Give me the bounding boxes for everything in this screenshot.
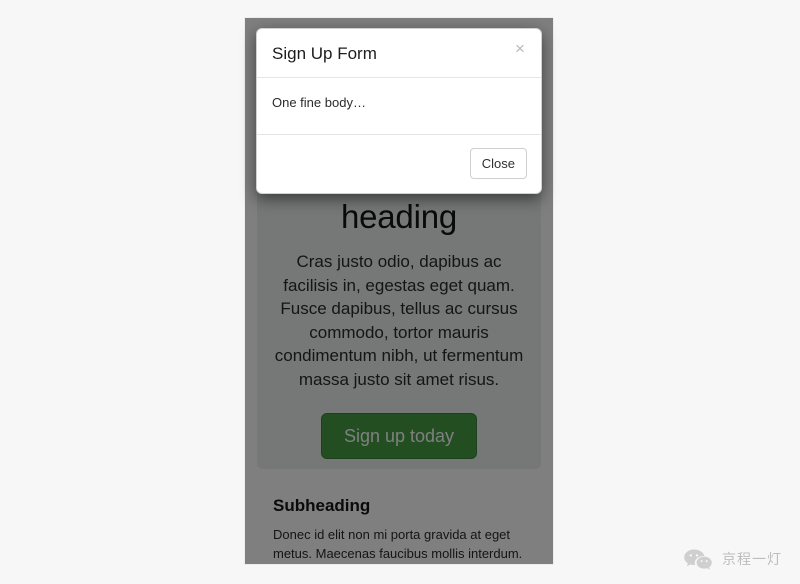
modal-title: Sign Up Form xyxy=(272,44,377,63)
sign-up-form-modal: Sign Up Form × One fine body… Close xyxy=(256,28,542,194)
screenshot-root: Jumbotron heading Cras justo odio, dapib… xyxy=(0,0,800,584)
modal-header: Sign Up Form × xyxy=(257,29,541,78)
modal-body: One fine body… xyxy=(272,95,366,110)
wechat-icon xyxy=(683,548,713,570)
close-icon[interactable]: × xyxy=(512,40,528,57)
modal-footer: Close xyxy=(257,134,541,193)
close-button[interactable]: Close xyxy=(469,148,527,179)
watermark: 京程一灯 xyxy=(683,548,782,570)
watermark-text: 京程一灯 xyxy=(722,551,782,567)
